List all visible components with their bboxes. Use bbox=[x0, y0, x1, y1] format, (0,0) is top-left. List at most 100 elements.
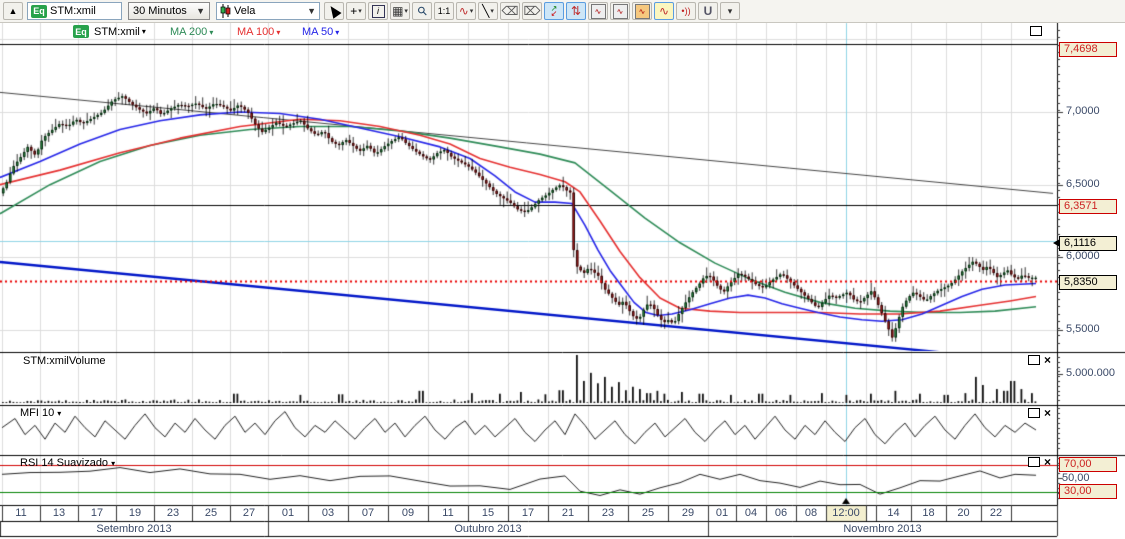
axis-value-box: 30,00 bbox=[1059, 484, 1117, 499]
close-pane-button[interactable]: × bbox=[1044, 355, 1051, 365]
ma100-label: MA 100 bbox=[237, 26, 274, 38]
time-axis-cell: 17 bbox=[508, 506, 548, 521]
legend-ma100[interactable]: MA 100 ▾ bbox=[237, 26, 280, 38]
volume-pane-label[interactable]: STM:xmilVolume bbox=[23, 355, 106, 367]
time-axis-cursor-cell: 12:00 bbox=[826, 506, 866, 521]
time-axis-cell: 09 bbox=[388, 506, 428, 521]
time-axis-cell: 27 bbox=[230, 506, 268, 521]
chevron-down-icon: ▾ bbox=[358, 7, 362, 15]
pointer-tool[interactable] bbox=[324, 2, 344, 20]
copy-chart-data-tool[interactable]: ∿ bbox=[610, 2, 630, 20]
legend-symbol[interactable]: Eq STM:xmil ▾ bbox=[73, 25, 146, 38]
price-tick-label: 6,5000 bbox=[1066, 178, 1100, 190]
chart-canvas[interactable] bbox=[0, 0, 1125, 539]
equity-badge-icon: Eq bbox=[31, 5, 47, 18]
maximize-pane-button[interactable] bbox=[1030, 26, 1042, 36]
time-axis-cell: 29 bbox=[668, 506, 708, 521]
zoom-range-tool[interactable]: ↗↙ bbox=[544, 2, 564, 20]
price-marker-arrow-icon bbox=[1053, 239, 1060, 247]
info-icon: i bbox=[372, 5, 385, 18]
indicator-tool[interactable]: ∿▾ bbox=[456, 2, 476, 20]
time-axis-cell: 13 bbox=[40, 506, 78, 521]
chevron-down-icon: ▾ bbox=[111, 459, 115, 468]
chevron-down-icon: ▾ bbox=[276, 28, 280, 37]
symbol-value: STM:xmil bbox=[50, 5, 96, 17]
indicator-window-icon: ∿ bbox=[659, 4, 669, 18]
time-axis-cell: 15 bbox=[468, 506, 508, 521]
chevron-down-icon: ▾ bbox=[335, 28, 339, 37]
volume-pane-controls: × bbox=[1028, 355, 1051, 365]
time-axis-cell: 22 bbox=[981, 506, 1011, 521]
symbol-combo[interactable]: Eq STM:xmil bbox=[27, 2, 122, 20]
axis-value-box: 70,00 bbox=[1059, 457, 1117, 472]
legend-ma50[interactable]: MA 50 ▾ bbox=[302, 26, 339, 38]
alerts-icon: •)) bbox=[681, 6, 690, 16]
chart-layout-tool[interactable]: ∿ bbox=[632, 2, 652, 20]
chevron-down-icon: ▼ bbox=[307, 6, 316, 16]
time-axis-cell: 11 bbox=[2, 506, 40, 521]
legend-symbol-label: STM:xmil bbox=[94, 26, 140, 38]
chart-clipboard-icon: ∿ bbox=[635, 4, 650, 19]
magnet-icon: U bbox=[704, 4, 713, 18]
legend-ma200[interactable]: MA 200 ▾ bbox=[170, 26, 213, 38]
time-axis-cell: 07 bbox=[348, 506, 388, 521]
time-axis-cell: 19 bbox=[116, 506, 154, 521]
alerts-tool[interactable]: •)) bbox=[676, 2, 696, 20]
scale-1to1-tool[interactable]: 1:1 bbox=[434, 2, 454, 20]
close-pane-button[interactable]: × bbox=[1044, 408, 1051, 418]
trendline-tool[interactable]: ╲▾ bbox=[478, 2, 498, 20]
mfi-pane-label[interactable]: MFI 10 ▾ bbox=[20, 407, 61, 419]
zoom-tool[interactable]: ⚲ bbox=[412, 2, 432, 20]
time-axis-cell: 20 bbox=[946, 506, 981, 521]
rsi-pane-label[interactable]: RSI 14 Suavizado ▾ bbox=[20, 457, 115, 469]
maximize-pane-button[interactable] bbox=[1028, 457, 1040, 467]
chevron-down-icon: ▾ bbox=[404, 7, 408, 15]
close-pane-button[interactable]: × bbox=[1044, 457, 1051, 467]
crosshair-icon: + bbox=[350, 4, 357, 18]
chart-application-window: ▲ Eq STM:xmil 30 Minutos ▼ Vela ▼ +▾i▦▾⚲… bbox=[0, 0, 1125, 539]
magnet-tool[interactable]: U bbox=[698, 2, 718, 20]
time-axis-cell: 08 bbox=[796, 506, 826, 521]
month-band-label: Outubro 2013 bbox=[268, 522, 708, 536]
month-band-label: Novembro 2013 bbox=[708, 522, 1057, 536]
maximize-pane-button[interactable] bbox=[1028, 355, 1040, 365]
timeframe-select[interactable]: 30 Minutos ▼ bbox=[128, 2, 210, 20]
price-pane-controls bbox=[1030, 26, 1042, 36]
price-tick-label: 7,0000 bbox=[1066, 105, 1100, 117]
maximize-pane-button[interactable] bbox=[1028, 408, 1040, 418]
zoom-icon: ⚲ bbox=[414, 3, 430, 19]
time-axis-cell bbox=[866, 506, 876, 521]
price-tick-label: 6,0000 bbox=[1066, 250, 1100, 262]
toolbar-overflow[interactable]: ▾ bbox=[720, 2, 740, 20]
mfi-label-text: MFI 10 bbox=[20, 407, 54, 419]
copy-chart-image-tool[interactable]: ∿ bbox=[588, 2, 608, 20]
grid-tool[interactable]: ▦▾ bbox=[390, 2, 410, 20]
equity-badge-icon: Eq bbox=[73, 25, 89, 38]
toolbar-icon-group: +▾i▦▾⚲1:1∿▾╲▾⌫⌦↗↙⇅∿∿∿∿•))U▾ bbox=[323, 2, 741, 20]
collapse-toolbar-button[interactable]: ▲ bbox=[3, 2, 23, 20]
crosshair-tool[interactable]: +▾ bbox=[346, 2, 366, 20]
trendline-icon: ╲ bbox=[482, 4, 489, 18]
time-axis-cell: 01 bbox=[708, 506, 736, 521]
info-tool[interactable]: i bbox=[368, 2, 388, 20]
rsi-pane-controls: × bbox=[1028, 457, 1051, 467]
eraser-tool[interactable]: ⌫ bbox=[500, 2, 520, 20]
time-axis-cell: 23 bbox=[154, 506, 192, 521]
grid-icon: ▦ bbox=[392, 4, 403, 18]
delete-all-tool[interactable]: ⌦ bbox=[522, 2, 542, 20]
price-tick-label: 5,5000 bbox=[1066, 323, 1100, 335]
chart-type-value: Vela bbox=[234, 5, 255, 17]
auto-scale-tool[interactable]: ⇅ bbox=[566, 2, 586, 20]
auto-scale-icon: ⇅ bbox=[571, 4, 581, 18]
time-axis-cell: 18 bbox=[911, 506, 946, 521]
chart-clipboard-icon: ∿ bbox=[613, 4, 628, 19]
main-toolbar: ▲ Eq STM:xmil 30 Minutos ▼ Vela ▼ +▾i▦▾⚲… bbox=[0, 0, 1125, 23]
time-axis-cell: 03 bbox=[308, 506, 348, 521]
ma200-label: MA 200 bbox=[170, 26, 207, 38]
time-axis-cell: 01 bbox=[268, 506, 308, 521]
time-axis-cell bbox=[1011, 506, 1057, 521]
time-axis-cell: 25 bbox=[628, 506, 668, 521]
chart-type-select[interactable]: Vela ▼ bbox=[216, 2, 320, 20]
indicator-window-tool[interactable]: ∿ bbox=[654, 2, 674, 20]
time-axis-cell: 25 bbox=[192, 506, 230, 521]
